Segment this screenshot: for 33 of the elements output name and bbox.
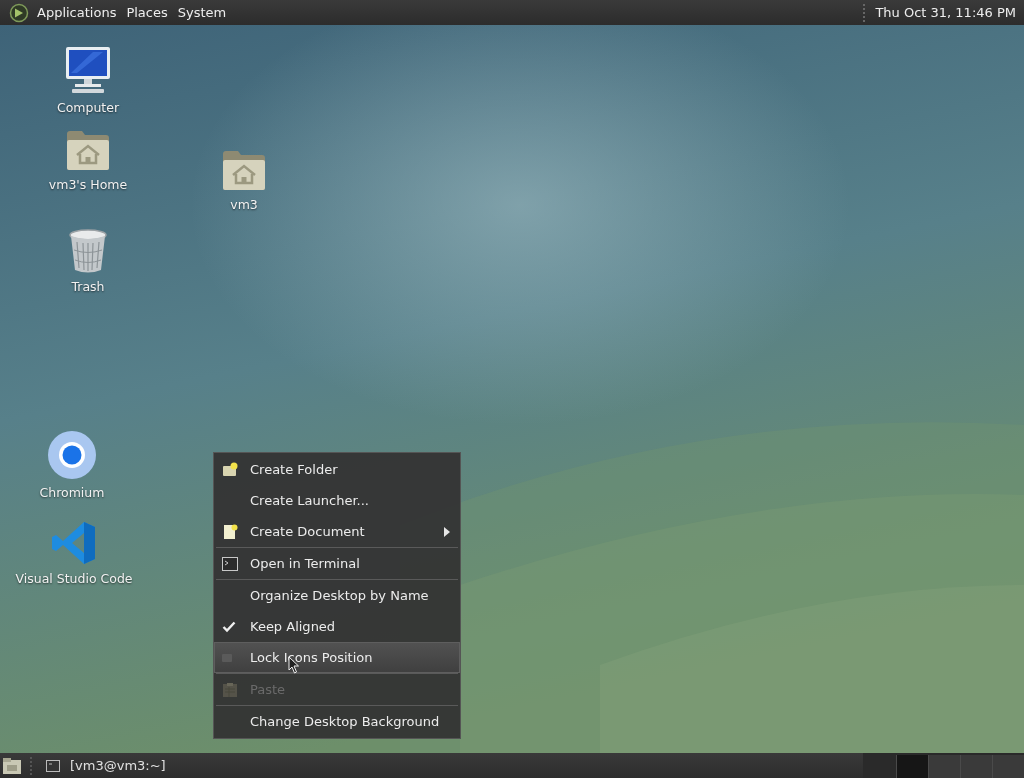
- taskbar-button[interactable]: [vm3@vm3:~]: [42, 754, 174, 777]
- menu-item[interactable]: Change Desktop Background: [214, 706, 460, 737]
- clipboard-icon: [222, 681, 238, 698]
- logo-icon[interactable]: [9, 2, 29, 23]
- checkmark-icon: [222, 620, 236, 633]
- terminal-icon: [222, 556, 238, 571]
- menu-item[interactable]: Create Document: [214, 516, 460, 547]
- menu-item[interactable]: Create Launcher...: [214, 485, 460, 516]
- clock[interactable]: Thu Oct 31, 11:46 PM: [875, 2, 1024, 23]
- show-desktop-icon[interactable]: [2, 756, 22, 775]
- ring-icon[interactable]: [47, 430, 97, 480]
- menu-item[interactable]: Applications: [32, 2, 122, 23]
- workspace-button[interactable]: [896, 755, 928, 778]
- icon-label[interactable]: Trash: [71, 279, 105, 294]
- home-folder-icon[interactable]: [65, 128, 111, 172]
- icon-label[interactable]: Computer: [56, 100, 120, 115]
- menu-item[interactable]: Keep Aligned: [214, 611, 460, 642]
- icon-label[interactable]: Visual Studio Code: [15, 571, 133, 586]
- icon-label[interactable]: vm3: [230, 197, 258, 212]
- icon-label[interactable]: vm3's Home: [48, 177, 128, 192]
- menu-item[interactable]: System: [172, 2, 232, 23]
- menu-item[interactable]: Create Folder: [214, 454, 460, 485]
- trash-icon[interactable]: [68, 228, 108, 274]
- menu-item[interactable]: Places: [121, 2, 173, 23]
- new-document-icon: [222, 523, 238, 540]
- menu-item[interactable]: Open in Terminal: [214, 548, 460, 579]
- panel-handle[interactable]: [863, 3, 868, 22]
- monitor-icon[interactable]: [63, 45, 113, 95]
- menu-item[interactable]: Organize Desktop by Name: [214, 580, 460, 611]
- terminal-icon: [46, 759, 60, 772]
- home-folder-icon[interactable]: [221, 148, 267, 192]
- new-folder-icon: [222, 461, 238, 478]
- icon-label[interactable]: Chromium: [39, 485, 105, 500]
